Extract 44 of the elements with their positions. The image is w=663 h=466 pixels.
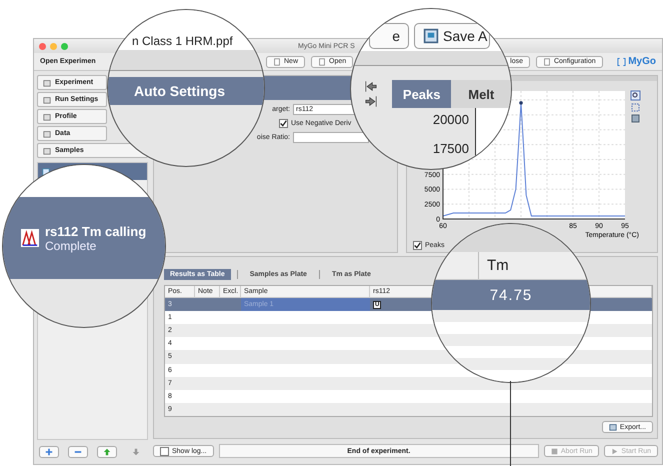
panel-icon: [43, 130, 51, 138]
up-arrow-icon: [103, 448, 111, 456]
document-icon: [273, 58, 281, 66]
minus-icon: [74, 448, 82, 456]
panel-icon: [43, 112, 51, 120]
panel-icon: [43, 78, 51, 86]
play-icon: [611, 448, 618, 454]
run-status: Complete: [45, 238, 98, 252]
remove-button[interactable]: [68, 446, 88, 458]
melt-curve-icon: [21, 229, 39, 247]
panel-icon: [43, 146, 51, 154]
column-header[interactable]: Tm: [487, 257, 509, 274]
move-up-button[interactable]: [97, 446, 117, 458]
document-icon: [542, 58, 551, 66]
run-title: rs112 Tm calling: [45, 224, 146, 238]
selected-run-item[interactable]: rs112 Tm calling Complete: [3, 197, 165, 279]
down-arrow-icon: [132, 448, 140, 456]
stop-icon: [550, 448, 558, 454]
toolbar-button[interactable]: e: [369, 23, 409, 49]
save-button[interactable]: Save A: [414, 23, 490, 49]
y-tick-label: 20000: [432, 112, 469, 127]
maximize-icon[interactable]: [61, 42, 68, 50]
fit-icon[interactable]: [632, 104, 640, 112]
add-button[interactable]: [39, 446, 59, 458]
panel-icon: [43, 96, 51, 104]
checkbox[interactable]: [413, 241, 422, 250]
checkbox[interactable]: [279, 119, 288, 128]
zoom-icon[interactable]: [630, 90, 640, 100]
save-icon: [423, 28, 439, 44]
tab[interactable]: Peaks: [392, 80, 452, 108]
export-icon: [608, 423, 617, 431]
noise-ratio-field[interactable]: [293, 132, 369, 143]
section-header: Auto Settings: [108, 77, 264, 105]
logo: MyGo: [617, 56, 656, 67]
y-tick-label: 17500: [432, 141, 469, 156]
file-name: n Class 1 HRM.ppf: [132, 34, 233, 48]
plus-icon: [45, 448, 53, 456]
document-icon: [318, 58, 326, 66]
bracket-icon: [617, 56, 626, 66]
export-icon[interactable]: [632, 114, 640, 122]
close-icon[interactable]: [39, 42, 46, 50]
run-icon: [42, 168, 50, 176]
tab[interactable]: Melt: [451, 80, 511, 108]
tm-cell: 74.75: [432, 280, 590, 310]
